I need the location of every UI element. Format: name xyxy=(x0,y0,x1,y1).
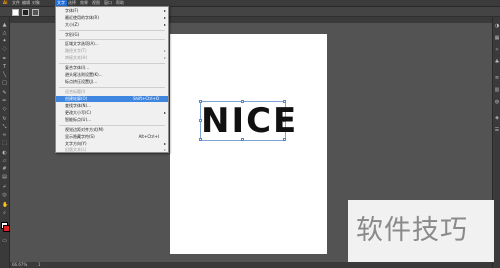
scale-icon[interactable]: ⤡ xyxy=(2,125,7,130)
fill-swatch[interactable] xyxy=(12,9,19,16)
tools-panel: ▲ △ ✦ ◌ ✒ T ╲ □ ✎ ✏ ◇ ↻ ⤡ ≈ ⬚ ◐ ▱ # ▤ ⌿ … xyxy=(0,17,10,268)
menu-item-legacy-text[interactable]: 旧版文本(L) ▸ xyxy=(56,147,168,153)
menu-separator xyxy=(59,125,165,126)
menu-item-size[interactable]: 大小(Z) ▸ xyxy=(56,22,168,28)
page-number[interactable]: 1 xyxy=(38,262,41,268)
menu-item-create-outlines[interactable]: 创建轮廓(O) Shift+Ctrl+O xyxy=(56,96,168,102)
transparency-panel-icon[interactable]: ◍ xyxy=(494,99,500,105)
line-tool-icon[interactable]: ╲ xyxy=(2,73,7,78)
rotate-icon[interactable]: ↻ xyxy=(2,117,7,122)
menu-file[interactable]: 文件 xyxy=(12,0,20,6)
stroke-panel-icon[interactable]: ≡ xyxy=(494,75,500,81)
color-panel-icon[interactable]: ◑ xyxy=(494,23,500,29)
appearance-panel-icon[interactable]: ◈ xyxy=(494,115,500,121)
menu-item-smart-punctuation[interactable]: 智能标点(U)... xyxy=(56,117,168,123)
menu-item-show-hidden-characters[interactable]: 显示隐藏字符(S) Alt+Ctrl+I xyxy=(56,134,168,140)
menu-separator xyxy=(59,87,165,88)
pen-icon[interactable]: ✒ xyxy=(2,57,7,62)
width-tool-icon[interactable]: ≈ xyxy=(2,133,7,138)
artboard[interactable] xyxy=(170,34,327,254)
canvas-text-object[interactable]: NICE xyxy=(201,101,296,141)
rectangle-tool-icon[interactable]: □ xyxy=(2,81,7,86)
menu-item-area-type-options[interactable]: 区域文字选项(A)... xyxy=(56,41,168,47)
magic-wand-icon[interactable]: ✦ xyxy=(2,39,7,44)
stroke-swatch[interactable] xyxy=(22,9,29,16)
submenu-arrow-icon: ▸ xyxy=(163,55,166,60)
menu-item-threaded-text[interactable]: 串接文本(H) ▸ xyxy=(56,55,168,61)
eraser-icon[interactable]: ◇ xyxy=(2,107,7,112)
screen-mode-icon[interactable]: ▭ xyxy=(2,239,7,244)
submenu-arrow-icon: ▸ xyxy=(163,8,166,13)
menu-item-fit-headline[interactable]: 适合标题(I) xyxy=(56,89,168,95)
opacity-control[interactable] xyxy=(32,9,39,16)
selection-tool-icon[interactable]: ▲ xyxy=(2,23,7,28)
gradient-panel-icon[interactable]: ▥ xyxy=(494,87,500,93)
gradient-icon[interactable]: ▤ xyxy=(2,175,7,180)
menu-item-composite-fonts[interactable]: 复合字体(I)... xyxy=(56,65,168,71)
lasso-icon[interactable]: ◌ xyxy=(2,47,7,52)
menu-item-change-case[interactable]: 更改大小写(C) ▸ xyxy=(56,110,168,116)
menu-item-type-on-path[interactable]: 路径文字(T) ▸ xyxy=(56,48,168,54)
menu-item-kinsoku-settings[interactable]: 避头尾法则设置(K)... xyxy=(56,72,168,78)
menu-object[interactable]: 对象 xyxy=(32,0,40,6)
watermark-text: 软件技巧 xyxy=(356,215,468,246)
menu-separator xyxy=(59,63,165,64)
symbols-panel-icon[interactable]: ♣ xyxy=(494,59,500,65)
menu-separator xyxy=(59,39,165,40)
menu-item-mojikumi-settings[interactable]: 标点挤压设置(J)... xyxy=(56,79,168,85)
hand-icon[interactable]: ✋ xyxy=(2,203,8,208)
menu-item-optical-margin[interactable]: 视觉边距对齐方式(M) xyxy=(56,127,168,133)
mesh-icon[interactable]: # xyxy=(2,167,7,172)
zoom-level[interactable]: 66.67% xyxy=(12,262,27,268)
submenu-arrow-icon: ▸ xyxy=(163,22,166,27)
type-menu-dropdown: 字体(F) ▸ 最近使用的字体(R) ▸ 大小(Z) ▸ 字形(G) 区域文字选… xyxy=(55,6,169,153)
menu-edit[interactable]: 编辑 xyxy=(22,0,30,6)
brush-icon[interactable]: ✎ xyxy=(2,91,7,96)
zoom-icon[interactable]: ⌕ xyxy=(2,211,7,216)
menu-item-recent-fonts[interactable]: 最近使用的字体(R) ▸ xyxy=(56,15,168,21)
menu-item-find-font[interactable]: 查找字体(N)... xyxy=(56,103,168,109)
menu-separator xyxy=(59,30,165,31)
blend-icon[interactable]: ◎ xyxy=(2,193,7,198)
watermark: 软件技巧 xyxy=(348,200,494,262)
shape-builder-icon[interactable]: ◐ xyxy=(2,151,7,156)
free-transform-icon[interactable]: ⬚ xyxy=(2,141,7,146)
swatches-panel-icon[interactable]: ▦ xyxy=(494,35,500,41)
direct-selection-icon[interactable]: △ xyxy=(2,31,7,36)
brushes-panel-icon[interactable]: ✧ xyxy=(494,47,500,53)
pencil-icon[interactable]: ✏ xyxy=(2,99,7,104)
eyedropper-icon[interactable]: ⌿ xyxy=(2,185,7,190)
perspective-icon[interactable]: ▱ xyxy=(2,159,7,164)
menu-item-glyphs[interactable]: 字形(G) xyxy=(56,32,168,38)
app-logo: Ai xyxy=(3,0,8,5)
menu-item-font[interactable]: 字体(F) ▸ xyxy=(56,8,168,14)
type-tool-icon[interactable]: T xyxy=(2,65,7,70)
stroke-color-swatch[interactable] xyxy=(3,225,10,232)
submenu-arrow-icon: ▸ xyxy=(163,147,166,152)
submenu-arrow-icon: ▸ xyxy=(163,15,166,20)
submenu-arrow-icon: ▸ xyxy=(163,110,166,115)
status-bar: 66.67% 1 xyxy=(10,262,492,268)
layers-panel-icon[interactable]: ☰ xyxy=(494,127,500,133)
submenu-arrow-icon: ▸ xyxy=(163,48,166,53)
